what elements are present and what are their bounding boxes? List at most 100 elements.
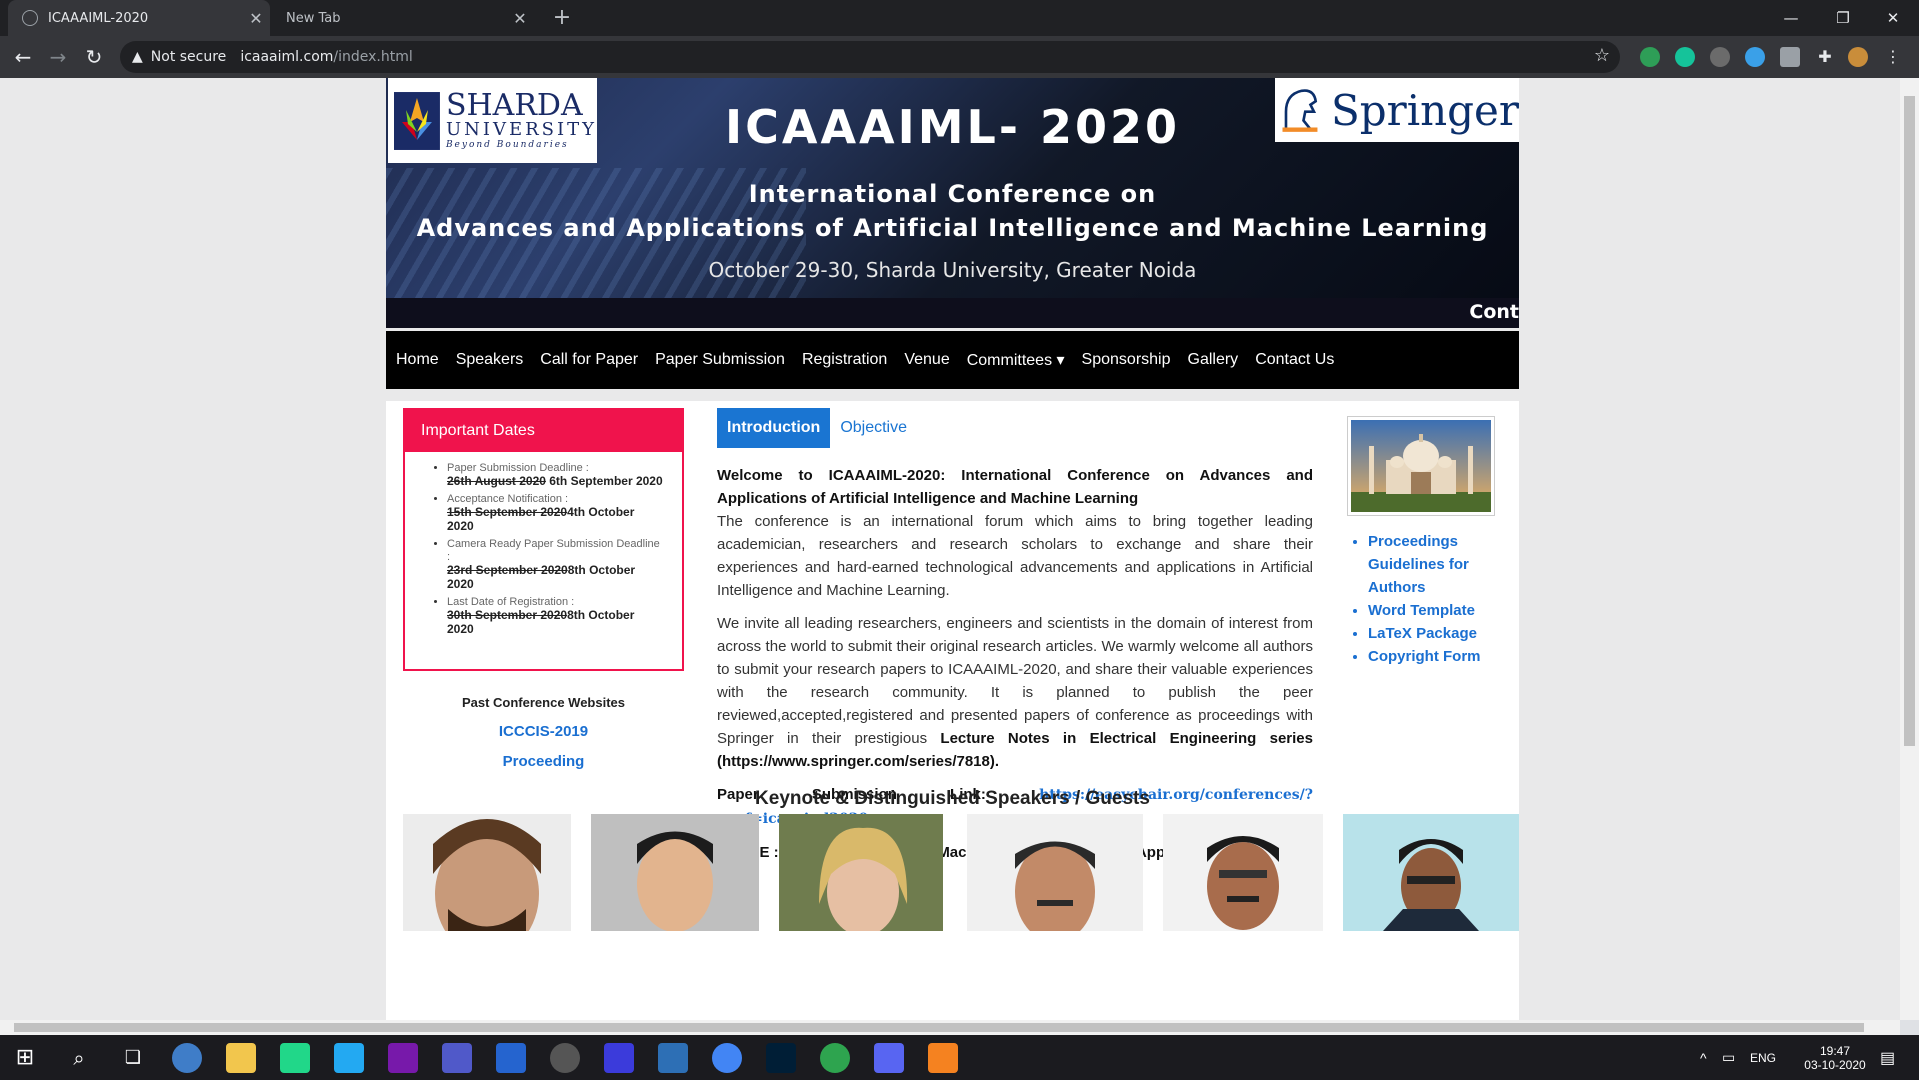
horizontal-scrollbar[interactable] xyxy=(0,1020,1900,1035)
scrollbar-thumb[interactable] xyxy=(1904,96,1915,746)
clock-time: 19:47 xyxy=(1819,1043,1851,1058)
nav-gallery[interactable]: Gallery xyxy=(1188,351,1239,369)
content-tabs: Introduction Objective xyxy=(717,408,917,448)
speakers-heading: Keynote & Distinguished Speakers / Guest… xyxy=(755,788,1150,809)
scrollbar-thumb[interactable] xyxy=(14,1023,1864,1032)
maximize-button[interactable]: ❐ xyxy=(1817,0,1869,36)
resources-list: Proceedings Guidelines for Authors Word … xyxy=(1368,530,1508,668)
teams-icon[interactable] xyxy=(442,1043,472,1073)
bookmark-star-icon[interactable]: ☆ xyxy=(1594,45,1610,66)
minimize-button[interactable]: — xyxy=(1765,0,1817,36)
discord-icon[interactable] xyxy=(874,1043,904,1073)
tab-title: New Tab xyxy=(286,10,341,26)
speaker-photo[interactable] xyxy=(1163,814,1323,931)
todo-icon[interactable] xyxy=(496,1043,526,1073)
photoshop-icon[interactable] xyxy=(766,1043,796,1073)
intellij-icon[interactable] xyxy=(604,1043,634,1073)
notification-icon[interactable]: ▤ xyxy=(1880,1035,1895,1080)
nav-call-for-paper[interactable]: Call for Paper xyxy=(540,351,638,369)
pycharm-icon[interactable] xyxy=(280,1043,310,1073)
system-tray-chevron-icon[interactable]: ^ xyxy=(1700,1035,1707,1080)
forward-button[interactable]: → xyxy=(43,42,73,72)
speaker-photo[interactable] xyxy=(1343,814,1519,931)
speaker-photo[interactable] xyxy=(591,814,759,931)
tab-introduction[interactable]: Introduction xyxy=(717,408,831,448)
reload-button[interactable]: ↻ xyxy=(79,42,109,72)
windows-start-icon[interactable]: ⊞ xyxy=(10,1043,40,1073)
task-view-icon[interactable]: ❏ xyxy=(118,1043,148,1073)
copyright-form-link[interactable]: Copyright Form xyxy=(1368,648,1481,665)
past-conferences: Past Conference Websites ICCCIS-2019 Pro… xyxy=(403,695,684,770)
nav-home[interactable]: Home xyxy=(396,351,439,369)
vscode-icon[interactable] xyxy=(334,1043,364,1073)
extension-icon[interactable] xyxy=(1780,47,1800,67)
nav-contact-us[interactable]: Contact Us xyxy=(1255,351,1334,369)
warning-icon: ▲ xyxy=(132,49,143,65)
chrome-icon[interactable] xyxy=(172,1043,202,1073)
close-tab-icon[interactable]: ✕ xyxy=(242,9,270,28)
date-label: Camera Ready Paper Submission Deadline : xyxy=(447,538,660,563)
profile-avatar[interactable] xyxy=(1848,47,1868,67)
date-label: Acceptance Notification : xyxy=(447,493,569,505)
extension-icon[interactable] xyxy=(1745,47,1765,67)
clock[interactable]: 19:47 03-10-2020 xyxy=(1790,1035,1880,1080)
extension-icon[interactable] xyxy=(1710,47,1730,67)
list-item: Copyright Form xyxy=(1368,645,1508,668)
news-marquee: Cont xyxy=(386,298,1519,328)
app-icon[interactable] xyxy=(658,1043,688,1073)
past-conferences-title: Past Conference Websites xyxy=(461,695,626,710)
address-bar[interactable]: ▲ Not secure icaaaiml.com/index.html ☆ xyxy=(120,41,1620,73)
vlc-icon[interactable] xyxy=(928,1043,958,1073)
list-item: LaTeX Package xyxy=(1368,622,1508,645)
conference-subtitle-2: Advances and Applications of Artificial … xyxy=(416,214,1489,242)
obs-icon[interactable] xyxy=(550,1043,580,1073)
menu-kebab-icon[interactable]: ⋮ xyxy=(1883,47,1903,67)
onenote-icon[interactable] xyxy=(388,1043,418,1073)
past-link-proceeding[interactable]: Proceeding xyxy=(403,753,684,770)
speaker-photo[interactable] xyxy=(779,814,943,931)
date-label: Last Date of Registration : xyxy=(447,596,575,608)
nav-venue[interactable]: Venue xyxy=(904,351,949,369)
word-template-link[interactable]: Word Template xyxy=(1368,602,1475,619)
new-tab-button[interactable]: + xyxy=(548,4,576,32)
speaker-photo[interactable] xyxy=(967,814,1143,931)
past-link-icccis-2019[interactable]: ICCCIS-2019 xyxy=(403,723,684,740)
back-button[interactable]: ← xyxy=(8,42,38,72)
search-icon[interactable]: ⌕ xyxy=(64,1043,94,1073)
list-item: Camera Ready Paper Submission Deadline :… xyxy=(447,538,664,592)
latex-package-link[interactable]: LaTeX Package xyxy=(1368,625,1477,642)
file-explorer-icon[interactable] xyxy=(226,1043,256,1073)
nav-speakers[interactable]: Speakers xyxy=(456,351,524,369)
extensions-puzzle-icon[interactable]: ✚ xyxy=(1815,47,1835,67)
github-desktop-icon[interactable] xyxy=(820,1043,850,1073)
grammarly-extension-icon[interactable] xyxy=(1675,47,1695,67)
proceedings-guidelines-link[interactable]: Proceedings Guidelines for Authors xyxy=(1368,533,1469,596)
vertical-scrollbar[interactable] xyxy=(1900,78,1919,1020)
close-tab-icon[interactable]: ✕ xyxy=(506,9,534,28)
intro-paragraph-1: The conference is an international forum… xyxy=(717,513,1313,599)
globe-icon xyxy=(22,10,38,26)
speaker-portrait xyxy=(1343,814,1519,931)
chrome-profile-icon[interactable] xyxy=(712,1043,742,1073)
nav-paper-submission[interactable]: Paper Submission xyxy=(655,351,785,369)
tab-icaaaiml[interactable]: ICAAAIML-2020 ✕ xyxy=(8,0,270,36)
nav-committees-dropdown[interactable]: Committees ▾ xyxy=(967,350,1065,370)
network-icon[interactable]: ▭ xyxy=(1722,1035,1735,1080)
marquee-text: Cont xyxy=(1469,301,1519,323)
close-window-button[interactable]: ✕ xyxy=(1867,0,1919,36)
list-item: Paper Submission Deadline : 26th August … xyxy=(447,462,664,489)
url-path: /index.html xyxy=(333,49,413,65)
shield-extension-icon[interactable] xyxy=(1640,47,1660,67)
list-item: Acceptance Notification : 15th September… xyxy=(447,493,664,534)
date-label: Paper Submission Deadline : xyxy=(447,462,589,474)
speaker-photo[interactable] xyxy=(403,814,571,931)
nav-sponsorship[interactable]: Sponsorship xyxy=(1082,351,1171,369)
list-item: Last Date of Registration : 30th Septemb… xyxy=(447,596,664,637)
nav-registration[interactable]: Registration xyxy=(802,351,887,369)
language-indicator[interactable]: ENG xyxy=(1750,1035,1776,1080)
intro-paragraph-2: We invite all leading researchers, engin… xyxy=(717,612,1313,773)
content-card: Important Dates Paper Submission Deadlin… xyxy=(386,401,1519,1020)
url-host: icaaaiml.com xyxy=(240,49,334,65)
tab-objective[interactable]: Objective xyxy=(830,408,917,448)
tab-new-tab[interactable]: New Tab ✕ xyxy=(272,0,534,36)
